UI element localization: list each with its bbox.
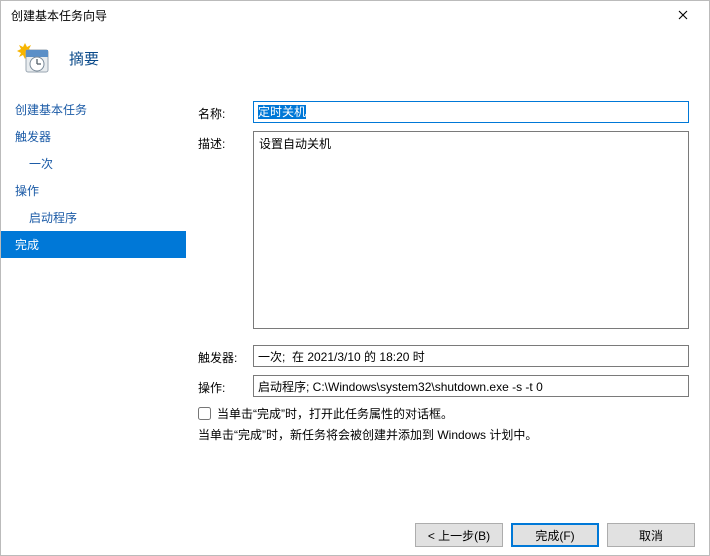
close-button[interactable] [660, 1, 705, 29]
finish-button[interactable]: 完成(F) [511, 523, 599, 547]
sidebar-item-action[interactable]: 操作 [1, 177, 186, 204]
window-title: 创建基本任务向导 [11, 7, 107, 24]
finish-info-text: 当单击“完成”时，新任务将会被创建并添加到 Windows 计划中。 [198, 426, 689, 443]
wizard-header: 摘要 [1, 29, 709, 93]
description-input[interactable]: 设置自动关机 [253, 131, 689, 329]
description-value: 设置自动关机 [259, 137, 331, 151]
trigger-value [253, 345, 689, 367]
sidebar-item-finish[interactable]: 完成 [1, 231, 186, 258]
close-icon [678, 10, 688, 20]
description-label: 描述: [198, 131, 253, 152]
content-pane: 名称: 定时关机 描述: 设置自动关机 触发器: 操作: 当单击“完成 [186, 93, 709, 523]
sidebar-item-trigger[interactable]: 触发器 [1, 123, 186, 150]
cancel-button[interactable]: 取消 [607, 523, 695, 547]
open-properties-checkbox[interactable] [198, 407, 211, 420]
sidebar-item-start-program[interactable]: 启动程序 [1, 204, 186, 231]
titlebar: 创建基本任务向导 [1, 1, 709, 29]
wizard-footer: < 上一步(B) 完成(F) 取消 [415, 523, 695, 547]
action-label: 操作: [198, 375, 253, 396]
page-title: 摘要 [69, 48, 99, 69]
name-value: 定时关机 [258, 105, 306, 119]
trigger-label: 触发器: [198, 345, 253, 366]
name-input[interactable]: 定时关机 [253, 101, 689, 123]
sidebar-item-once[interactable]: 一次 [1, 150, 186, 177]
open-properties-label: 当单击“完成”时，打开此任务属性的对话框。 [217, 405, 453, 422]
sidebar-item-create-basic-task[interactable]: 创建基本任务 [1, 96, 186, 123]
wizard-icon [17, 41, 51, 75]
action-value [253, 375, 689, 397]
back-button[interactable]: < 上一步(B) [415, 523, 503, 547]
wizard-sidebar: 创建基本任务 触发器 一次 操作 启动程序 完成 [1, 93, 186, 523]
name-label: 名称: [198, 101, 253, 122]
